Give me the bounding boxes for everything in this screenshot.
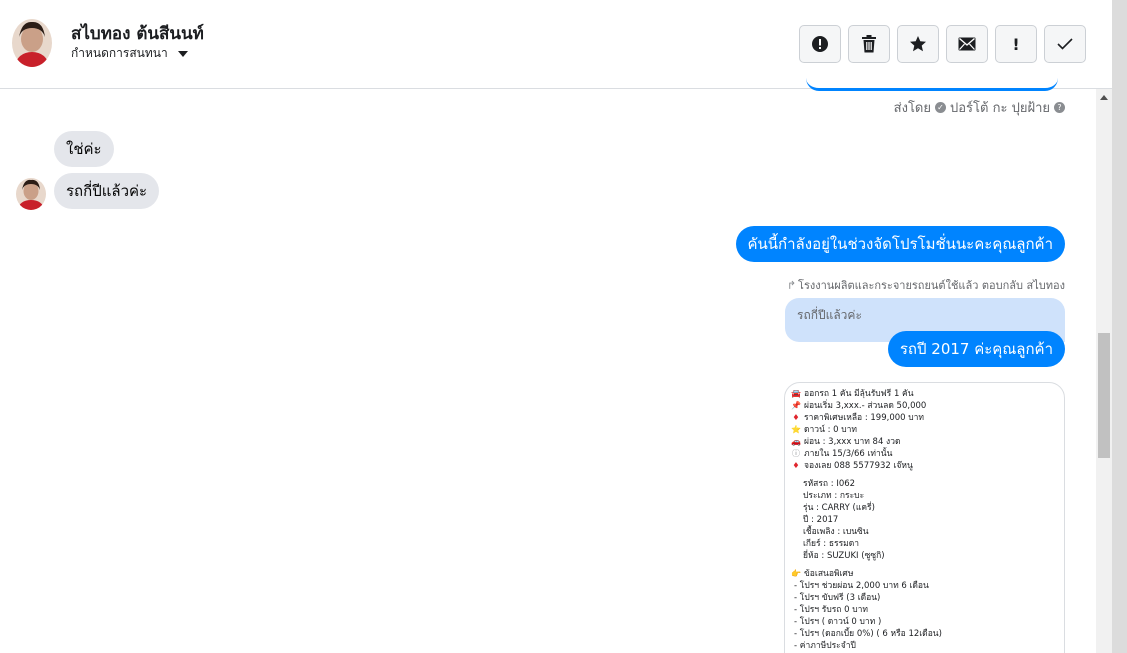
promo-item: - โปรฯ รับรถ 0 บาท <box>794 605 869 615</box>
spec-line: ประเภท : กระบะ <box>803 491 865 501</box>
reply-info: ↱ โรงงานผลิตและกระจายรถยนต์ใช้แล้ว ตอบกล… <box>787 276 1065 294</box>
star-icon: ⭐ <box>791 425 801 434</box>
reply-info-text: โรงงานผลิตและกระจายรถยนต์ใช้แล้ว ตอบกลับ… <box>798 279 1065 292</box>
verified-icon: ✓ <box>935 102 946 113</box>
spec-line: รุ่น : CARRY (แครี่) <box>803 503 875 513</box>
car-specs: รหัสรถ : I062 ประเภท : กระบะ รุ่น : CARR… <box>791 478 1058 562</box>
card-line: ♦ ราคาพิเศษเหลือ : 199,000 บาท <box>791 412 1058 424</box>
page-scrollbar[interactable] <box>1112 0 1127 653</box>
caret-down-icon <box>177 50 188 57</box>
chat-scrollbar[interactable] <box>1096 89 1112 653</box>
message-text: รถปี 2017 ค่ะคุณลูกค้า <box>899 340 1053 358</box>
exclamation-icon: ! <box>1012 34 1020 54</box>
mark-spam-button[interactable] <box>799 25 841 63</box>
delete-button[interactable] <box>848 25 890 63</box>
assign-conversation-dropdown[interactable]: กำหนดการสนทนา <box>71 44 188 63</box>
card-line: ⓘ ภายใน 15/3/66 เท่านั้น <box>791 448 1058 460</box>
spec-line: เกียร์ : ธรรมดา <box>803 539 860 549</box>
spec-line: เชื้อเพลิง : เบนซิน <box>803 527 869 537</box>
star-icon <box>910 36 926 52</box>
mark-done-button[interactable] <box>1044 25 1086 63</box>
card-line: 📌 ผ่อนเริ่ม 3,xxx.- ส่วนลด 50,000 <box>791 400 1058 412</box>
star-button[interactable] <box>897 25 939 63</box>
card-line-text: ออกรถ 1 คัน มีลุ้นรับฟรี 1 คัน <box>804 389 914 399</box>
car-icon: 🚘 <box>791 389 801 398</box>
card-line: ⭐ ดาวน์ : 0 บาท <box>791 424 1058 436</box>
promo-item: - โปรฯ (ดอกเบี้ย 0%) ( 6 หรือ 12เดือน) <box>794 629 942 639</box>
incoming-message[interactable]: ใช่ค่ะ <box>54 131 114 167</box>
scrollbar-thumb[interactable] <box>1098 333 1110 458</box>
diamond-icon: ♦ <box>792 413 800 422</box>
incoming-message[interactable]: รถกี่ปีแล้วค่ะ <box>54 173 160 209</box>
inbox-conversation-view: สไบทอง ต้นสีนนท์ กำหนดการสนทนา ! ส่งโดย … <box>0 0 1127 653</box>
contact-name: สไบทอง ต้นสีนนท์ <box>71 24 204 44</box>
pin-icon: 📌 <box>791 401 801 410</box>
message-text: ใช่ค่ะ <box>66 140 102 158</box>
promo-item: - โปรฯ ขับฟรี (3 เดือน) <box>794 593 881 603</box>
spec-line: ปี : 2017 <box>803 515 839 525</box>
sent-by-name[interactable]: ปอร์โต้ กะ ปุยฝ้าย <box>950 97 1050 118</box>
trash-icon <box>862 35 876 53</box>
sent-by-prefix: ส่งโดย <box>893 101 931 116</box>
message-text: รถกี่ปีแล้วค่ะ <box>66 182 148 200</box>
outgoing-message[interactable]: คันนี้กำลังอยู่ในช่วงจัดโปรโมชั่นนะคะคุณ… <box>735 226 1065 262</box>
car-icon: 🚗 <box>791 437 801 446</box>
scroll-up-icon[interactable] <box>1100 95 1108 100</box>
message-text: คันนี้กำลังอยู่ในช่วงจัดโปรโมชั่นนะคะคุณ… <box>747 235 1054 253</box>
spec-line: ยี่ห้อ : SUZUKI (ซูซูกิ) <box>803 551 885 561</box>
promo-title-text: ข้อเสนอพิเศษ <box>804 569 854 579</box>
promo-title: 👉 ข้อเสนอพิเศษ <box>791 568 1058 580</box>
reply-arrow-icon: ↱ <box>786 278 797 292</box>
outgoing-message[interactable]: รถปี 2017 ค่ะคุณลูกค้า <box>887 331 1065 367</box>
card-line-text: ผ่อน : 3,xxx บาท 84 งวด <box>804 437 901 447</box>
diamond-icon: ♦ <box>792 461 800 470</box>
spec-line: รหัสรถ : I062 <box>803 479 856 489</box>
car-listing-message[interactable]: 🚘 ออกรถ 1 คัน มีลุ้นรับฟรี 1 คัน 📌 ผ่อนเริ… <box>784 382 1065 653</box>
conversation-toolbar: ! <box>799 25 1086 63</box>
info-icon: ⓘ <box>792 449 800 458</box>
promo-section: 👉 ข้อเสนอพิเศษ - โปรฯ ช่วยผ่อน 2,000 บาท … <box>791 568 1058 652</box>
conversation-header: สไบทอง ต้นสีนนท์ กำหนดการสนทนา ! <box>0 0 1112 89</box>
mark-unread-button[interactable] <box>946 25 988 63</box>
previous-message-bubble <box>806 78 1058 91</box>
envelope-icon <box>958 37 976 51</box>
card-line-text: ราคาพิเศษเหลือ : 199,000 บาท <box>804 413 925 423</box>
check-icon <box>1057 38 1073 50</box>
promo-item: - โปรฯ ( ดาวน์ 0 บาท ) <box>794 617 882 627</box>
quoted-text: รถกี่ปีแล้วค่ะ <box>797 308 862 322</box>
sender-avatar[interactable] <box>16 178 46 210</box>
assign-label: กำหนดการสนทนา <box>71 46 168 60</box>
follow-up-button[interactable]: ! <box>995 25 1037 63</box>
pointing-hand-icon: 👉 <box>791 569 801 578</box>
card-line: ♦ จองเลย 088 5577932 เจ๊หนู <box>791 460 1058 472</box>
card-line: 🚘 ออกรถ 1 คัน มีลุ้นรับฟรี 1 คัน <box>791 388 1058 400</box>
promo-item: - ค่าภาษีประจำปี <box>794 641 856 651</box>
promo-item: - โปรฯ ช่วยผ่อน 2,000 บาท 6 เดือน <box>794 581 929 591</box>
card-line: 🚗 ผ่อน : 3,xxx บาท 84 งวด <box>791 436 1058 448</box>
contact-avatar[interactable] <box>12 19 52 67</box>
card-line-text: ผ่อนเริ่ม 3,xxx.- ส่วนลด 50,000 <box>804 401 927 411</box>
alert-circle-icon <box>812 36 828 52</box>
card-line-text: ภายใน 15/3/66 เท่านั้น <box>804 449 893 459</box>
sent-by-label: ส่งโดย ✓ ปอร์โต้ กะ ปุยฝ้าย ? <box>894 97 1065 118</box>
help-icon[interactable]: ? <box>1054 102 1065 113</box>
card-line-text: ดาวน์ : 0 บาท <box>804 425 858 435</box>
card-line-text: จองเลย 088 5577932 เจ๊หนู <box>804 461 913 471</box>
